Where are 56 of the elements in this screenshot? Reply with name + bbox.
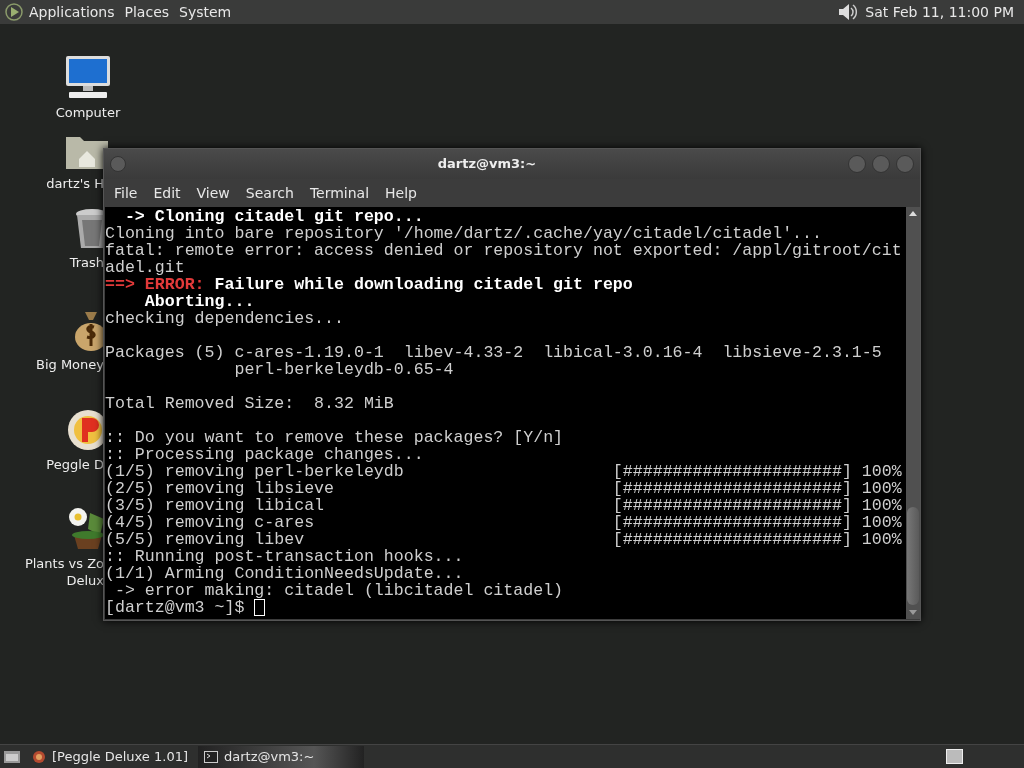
icon-label[interactable]: Trash	[69, 254, 104, 271]
terminal-text: :: Do you want to remove these packages? [Y/n]	[105, 428, 564, 447]
terminal-text: :: Processing package changes...	[105, 445, 424, 464]
window-menu-button[interactable]	[110, 156, 126, 172]
workspace-switcher[interactable]	[946, 749, 963, 764]
terminal-text: Cloning into bare repository '/home/dartz/.cache/yay/citadel/citadel'...	[105, 224, 822, 243]
minimize-button[interactable]	[848, 155, 866, 173]
icon-label[interactable]: Computer	[55, 104, 121, 121]
panel-menu[interactable]: Applications	[24, 1, 120, 23]
terminal-text: adel.git	[105, 258, 185, 277]
distro-logo-icon[interactable]	[4, 2, 24, 22]
computer-icon	[63, 54, 113, 100]
task-button[interactable]: dartz@vm3:~	[198, 745, 364, 768]
scrollbar-thumb[interactable]	[907, 507, 919, 605]
terminal-text: perl-berkeleydb-0.65-4	[233, 360, 454, 379]
maximize-button[interactable]	[872, 155, 890, 173]
menu-item[interactable]: View	[188, 182, 238, 204]
scrollbar[interactable]	[906, 207, 920, 619]
menu-item[interactable]: Edit	[145, 182, 189, 204]
terminal-text: -> error making: citadel (libcitadel citadel)	[113, 581, 564, 600]
scroll-down-icon[interactable]	[908, 609, 918, 617]
icon-label[interactable]: Delux	[66, 572, 104, 589]
terminal-text: [dartz@vm3 ~]$	[105, 598, 246, 617]
scroll-up-icon[interactable]	[908, 209, 918, 217]
icon-label[interactable]: Peggle D	[46, 456, 104, 473]
icon-label[interactable]: Big Money	[36, 356, 104, 373]
menu-item[interactable]: Help	[377, 182, 425, 204]
terminal-icon	[204, 750, 218, 763]
panel-menu[interactable]: System	[174, 1, 237, 23]
task-button[interactable]: [Peggle Deluxe 1.01]	[26, 745, 194, 768]
close-button[interactable]	[896, 155, 914, 173]
menu-item[interactable]: Terminal	[301, 182, 378, 204]
menu-item[interactable]: File	[106, 182, 146, 204]
terminal-text: checking dependencies...	[105, 309, 344, 328]
terminal-text: Failure while downloading citadel git repo	[213, 275, 633, 294]
terminal-text: ==> ERROR:	[105, 275, 205, 294]
terminal-text: Packages (5) c-ares-1.19.0-1 libev-4.33-2 libical-3.0.16-4 libsieve-2.3.1-5	[105, 343, 882, 362]
terminal-text: (1/1) Arming ConditionNeedsUpdate...	[105, 564, 464, 583]
terminal-text: Total Removed Size: 8.32 MiB	[105, 394, 394, 413]
terminal-text: (4/5) removing c-ares [######################] 100%	[105, 513, 902, 532]
terminal-text: -> Cloning citadel git repo...	[123, 207, 424, 226]
terminal-text: (5/5) removing libev [######################] 100%	[105, 530, 902, 549]
terminal-text: fatal: remote error: access denied or repository not exported: /appl/gitroot/cit	[105, 241, 902, 260]
clock[interactable]: Sat Feb 11, 11:00 PM	[859, 1, 1020, 23]
icon-label[interactable]: Plants vs Zo	[24, 555, 104, 572]
ball-icon	[32, 749, 46, 764]
window-title: dartz@vm3:~	[436, 155, 538, 174]
panel-menu[interactable]: Places	[119, 1, 175, 23]
terminal-text: Aborting...	[143, 292, 255, 311]
menu-item[interactable]: Search	[237, 182, 302, 204]
terminal-text: :: Running post-transaction hooks...	[105, 547, 464, 566]
text-cursor	[254, 599, 266, 616]
terminal-text: (3/5) removing libical [######################] 100%	[105, 496, 902, 515]
terminal-text: (2/5) removing libsieve [######################] 100%	[105, 479, 902, 498]
icon-label[interactable]: dartz's H	[46, 175, 104, 192]
terminal-text: (1/5) removing perl-berkeleydb [######################] 100%	[105, 462, 902, 481]
